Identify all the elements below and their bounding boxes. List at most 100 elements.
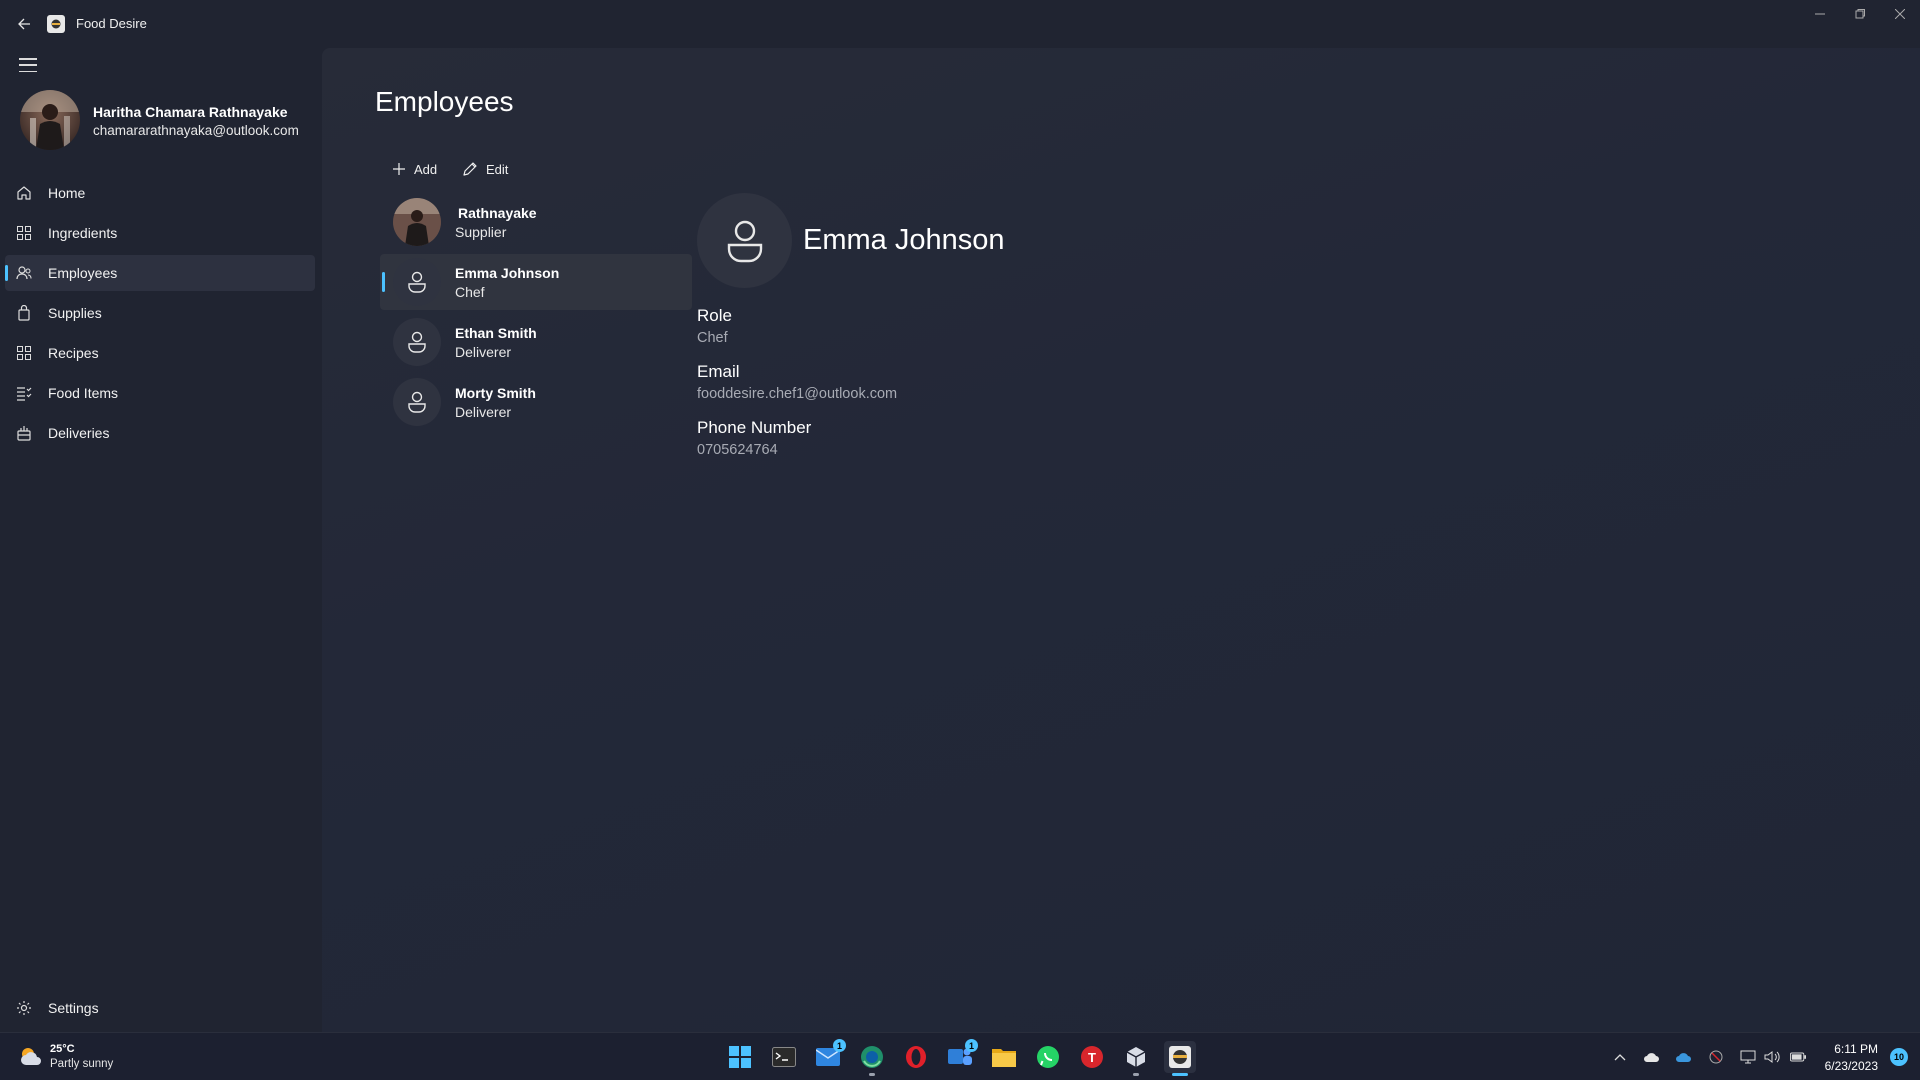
person-icon	[393, 258, 441, 306]
sidebar-item-settings[interactable]: Settings	[5, 990, 315, 1026]
list-item[interactable]: Morty Smith Deliverer	[380, 374, 692, 430]
notification-badge[interactable]: 10	[1890, 1048, 1908, 1066]
taskbar: 25°C Partly sunny 1 1 T 6:11 PM 6/23/202…	[0, 1032, 1920, 1080]
person-icon	[393, 318, 441, 366]
add-label: Add	[414, 161, 438, 177]
onedrive-icon[interactable]	[1676, 1049, 1692, 1065]
minimize-icon[interactable]	[1800, 4, 1840, 24]
sidebar-item-label: Settings	[48, 1000, 99, 1016]
list-item[interactable]: Rathnayake Supplier	[380, 194, 692, 250]
selection-indicator	[5, 265, 8, 281]
whatsapp-icon[interactable]	[1032, 1041, 1064, 1073]
role-label: Role	[697, 306, 732, 325]
weather-condition: Partly sunny	[50, 1058, 114, 1070]
gear-icon	[16, 1000, 32, 1016]
window-title: Food Desire	[76, 16, 147, 31]
cloud-icon[interactable]	[1644, 1049, 1660, 1065]
avatar	[20, 90, 80, 150]
sidebar-item-ingredients[interactable]: Ingredients	[5, 215, 315, 251]
profile-email: chamararathnayaka@outlook.com	[93, 123, 299, 138]
avatar	[393, 198, 441, 246]
profile-name: Haritha Chamara Rathnayake	[93, 104, 288, 120]
mail-badge: 1	[833, 1039, 846, 1052]
bag-icon	[16, 304, 32, 321]
security-icon[interactable]	[1708, 1049, 1724, 1065]
sidebar-item-deliveries[interactable]: Deliveries	[5, 415, 315, 451]
grid-icon	[16, 345, 32, 361]
clock-date[interactable]: 6/23/2023	[1825, 1059, 1878, 1073]
terminal-icon[interactable]	[768, 1041, 800, 1073]
close-icon[interactable]	[1880, 4, 1920, 24]
sidebar-item-supplies[interactable]: Supplies	[5, 295, 315, 331]
mail-icon[interactable]: 1	[812, 1039, 846, 1073]
phone-label: Phone Number	[697, 418, 812, 437]
employee-role: Supplier	[455, 224, 507, 240]
weather-widget[interactable]: 25°C Partly sunny	[18, 1041, 158, 1073]
food-desire-logo-icon	[47, 15, 65, 33]
employee-role: Chef	[455, 284, 485, 300]
user-profile[interactable]: Haritha Chamara Rathnayake chamararathna…	[20, 90, 320, 152]
food-desire-app-icon[interactable]	[1164, 1041, 1196, 1076]
employee-detail-name: Emma Johnson	[803, 224, 1005, 256]
clock-time[interactable]: 6:11 PM	[1834, 1042, 1878, 1056]
employee-name: Rathnayake	[458, 205, 537, 221]
pencil-icon	[463, 162, 477, 176]
file-explorer-icon[interactable]	[988, 1041, 1020, 1073]
employee-role: Deliverer	[455, 344, 512, 360]
people-icon	[16, 265, 32, 281]
employee-name: Emma Johnson	[455, 265, 560, 281]
partly-sunny-icon	[18, 1045, 44, 1069]
sidebar-item-label: Recipes	[48, 345, 99, 361]
running-indicator	[1133, 1073, 1139, 1076]
todoist-icon[interactable]: T	[1076, 1041, 1108, 1073]
teams-badge: 1	[965, 1039, 978, 1052]
title-bar: Food Desire	[0, 0, 1920, 48]
grid-icon	[16, 225, 32, 241]
phone-value: 0705624764	[697, 442, 778, 458]
list-item[interactable]: Emma Johnson Chef	[380, 254, 692, 310]
selection-indicator	[382, 272, 385, 292]
sidebar-item-label: Home	[48, 185, 86, 201]
back-arrow-icon[interactable]	[12, 12, 36, 36]
sidebar-item-employees[interactable]: Employees	[5, 255, 315, 291]
sidebar-item-label: Ingredients	[48, 225, 118, 241]
maximize-icon[interactable]	[1840, 4, 1880, 24]
battery-icon[interactable]	[1790, 1049, 1806, 1065]
edge-dev-icon[interactable]	[856, 1041, 888, 1076]
opera-icon[interactable]	[900, 1041, 932, 1073]
list-item[interactable]: Ethan Smith Deliverer	[380, 314, 692, 370]
running-indicator	[1172, 1073, 1188, 1076]
running-indicator	[869, 1073, 875, 1076]
sidebar-item-food-items[interactable]: Food Items	[5, 375, 315, 411]
role-value: Chef	[697, 330, 728, 346]
todoist-letter: T	[1088, 1049, 1096, 1065]
edit-label: Edit	[486, 161, 509, 177]
hamburger-menu-icon[interactable]	[19, 58, 37, 72]
person-icon	[697, 193, 792, 288]
edit-button[interactable]: Edit	[462, 157, 508, 181]
package-icon[interactable]	[1120, 1041, 1152, 1076]
plus-icon	[393, 163, 405, 175]
delivery-icon	[16, 425, 32, 441]
sidebar-item-recipes[interactable]: Recipes	[5, 335, 315, 371]
sidebar-item-label: Employees	[48, 265, 118, 281]
employee-role: Deliverer	[455, 404, 512, 420]
email-label: Email	[697, 362, 740, 381]
add-button[interactable]: Add	[392, 157, 437, 181]
sidebar-item-label: Deliveries	[48, 425, 110, 441]
sidebar-item-home[interactable]: Home	[5, 175, 315, 211]
email-value: fooddesire.chef1@outlook.com	[697, 386, 898, 402]
navigation-pane: Haritha Chamara Rathnayake chamararathna…	[0, 48, 322, 1032]
sidebar-item-label: Supplies	[48, 305, 102, 321]
network-icon[interactable]	[1740, 1049, 1756, 1065]
start-icon[interactable]	[724, 1041, 756, 1073]
volume-icon[interactable]	[1764, 1049, 1780, 1065]
employee-name: Ethan Smith	[455, 325, 537, 341]
list-icon	[16, 385, 32, 401]
home-icon	[16, 185, 32, 201]
chevron-up-icon[interactable]	[1612, 1049, 1628, 1065]
sidebar-item-label: Food Items	[48, 385, 119, 401]
page-title: Employees	[375, 86, 514, 117]
teams-icon[interactable]: 1	[944, 1039, 978, 1073]
weather-temperature: 25°C	[50, 1043, 75, 1055]
